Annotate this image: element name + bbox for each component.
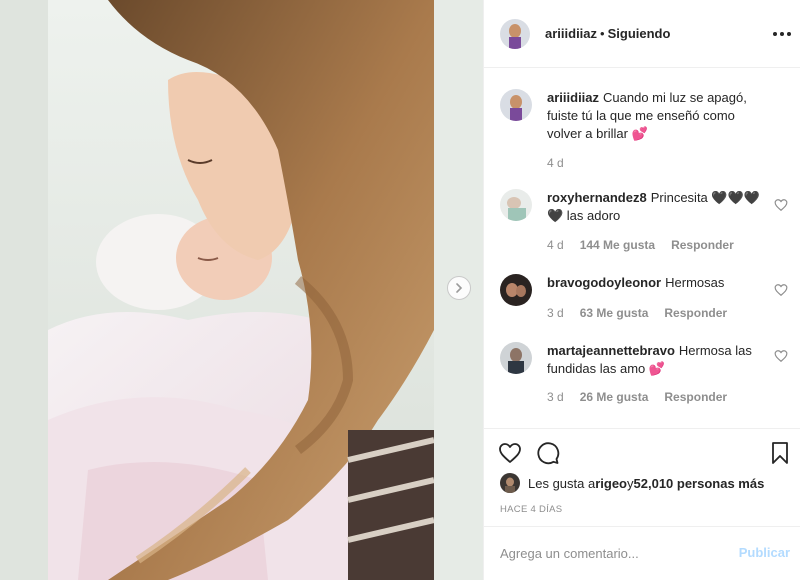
photo-backdrop (0, 0, 48, 580)
comment-time[interactable]: 3 d (547, 306, 564, 320)
comment-input[interactable] (500, 546, 730, 561)
post-comment-button[interactable]: Publicar (739, 545, 790, 560)
comment-body: bravogodoyleonor Hermosas (547, 274, 765, 292)
comment-time[interactable]: 3 d (547, 390, 564, 404)
caption-body: ariiidiiaz Cuando mi luz se apagó, fuiste… (547, 89, 765, 143)
post-header: ariiidiiaz • Siguiendo (484, 0, 800, 68)
comment-likes[interactable]: 144 Me gusta (580, 238, 655, 252)
heart-outline-icon[interactable] (498, 441, 522, 465)
photo-illustration (48, 0, 434, 580)
likes-count[interactable]: 52,010 personas más (634, 476, 765, 491)
author-username[interactable]: ariiidiiaz (545, 26, 597, 41)
comment-avatar[interactable] (500, 274, 532, 306)
comment-avatar-image (500, 189, 532, 221)
reply-button[interactable]: Responder (671, 238, 734, 252)
comments-section: ariiidiiaz Cuando mi luz se apagó, fuiste… (484, 69, 800, 429)
comment-text: Hermosas (665, 275, 725, 290)
caption-avatar[interactable] (500, 89, 532, 121)
comment-likes[interactable]: 26 Me gusta (580, 390, 649, 404)
comment-username[interactable]: roxyhernandez8 (547, 190, 647, 205)
more-options-button[interactable] (773, 26, 791, 42)
heart-outline-icon[interactable] (774, 198, 788, 212)
comment-avatar[interactable] (500, 342, 532, 374)
liker-avatar-image (500, 473, 520, 493)
comment-meta: 3 d 63 Me gusta Responder (547, 306, 743, 320)
comment-avatar-image (500, 342, 532, 374)
post-photo[interactable] (48, 0, 434, 580)
comment-likes[interactable]: 63 Me gusta (580, 306, 649, 320)
caption-time[interactable]: 4 d (547, 156, 564, 170)
post-header-text: ariiidiiaz • Siguiendo (545, 26, 670, 41)
chevron-right-icon (456, 283, 463, 293)
reply-button[interactable]: Responder (664, 390, 727, 404)
heart-outline-icon[interactable] (774, 283, 788, 297)
reply-button[interactable]: Responder (664, 306, 727, 320)
post-side-panel: ariiidiiaz • Siguiendo ariiidiiaz Cuando mi… (483, 0, 800, 580)
add-comment-bar: Publicar (484, 526, 800, 580)
liker-username[interactable]: rigeo (595, 476, 627, 491)
likes-prefix: Les gusta a (528, 475, 596, 491)
speech-bubble-icon[interactable] (536, 441, 560, 465)
header-separator: • (600, 26, 605, 41)
more-dot (787, 32, 791, 36)
comment-body: martajeannettebravo Hermosa las fundidas … (547, 342, 765, 378)
liker-avatar[interactable] (500, 473, 520, 493)
comment-avatar-image (500, 274, 532, 306)
caption-meta: 4 d (547, 156, 580, 170)
post-timestamp[interactable]: HACE 4 DÍAS (500, 504, 562, 515)
more-horizontal-icon (773, 32, 777, 36)
comment-body: roxyhernandez8 Princesita 🖤🖤🖤 🖤 las adoro (547, 189, 765, 225)
heart-outline-icon[interactable] (774, 349, 788, 363)
comment-meta: 3 d 26 Me gusta Responder (547, 390, 743, 404)
post-photo-area (0, 0, 483, 580)
bookmark-icon[interactable] (768, 441, 792, 465)
comment-time[interactable]: 4 d (547, 238, 564, 252)
author-avatar[interactable] (500, 18, 530, 49)
comment-username[interactable]: martajeannettebravo (547, 343, 675, 358)
likes-summary: Les gusta a rigeo y 52,010 personas más (500, 473, 764, 493)
comment-avatar[interactable] (500, 189, 532, 221)
comment-meta: 4 d 144 Me gusta Responder (547, 238, 750, 252)
author-avatar-image (500, 18, 530, 49)
caption-avatar-image (500, 89, 532, 121)
follow-status-button[interactable]: Siguiendo (608, 26, 671, 41)
comment-username[interactable]: bravogodoyleonor (547, 275, 661, 290)
next-photo-button[interactable] (447, 276, 471, 300)
caption-username[interactable]: ariiidiiaz (547, 90, 599, 105)
more-dot (780, 32, 784, 36)
post-actions: Les gusta a rigeo y 52,010 personas más … (484, 428, 800, 526)
